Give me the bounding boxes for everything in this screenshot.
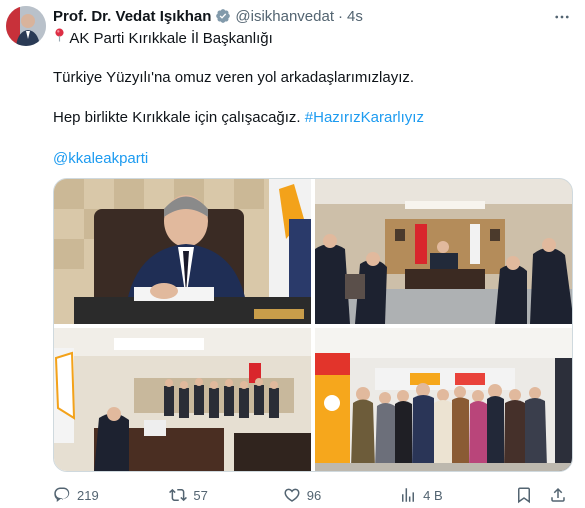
tweet-actions: 219 57 96 4 B — [53, 484, 573, 506]
photo-4[interactable] — [315, 328, 572, 471]
heart-icon — [284, 488, 300, 502]
author-handle[interactable]: @isikhanvedat — [235, 8, 334, 25]
mention-link[interactable]: @kkaleakparti — [53, 150, 148, 167]
views-button[interactable]: 4 B — [399, 486, 515, 504]
views-count: 4 B — [423, 487, 443, 503]
separator-dot: · — [338, 7, 344, 25]
avatar[interactable] — [6, 6, 46, 46]
tweet-text-line-1: Türkiye Yüzyılı'na omuz veren yol arkada… — [53, 69, 415, 86]
tweet-text-line-2-text: Hep birlikte Kırıkkale için çalışacağız. — [53, 109, 301, 126]
reply-icon — [54, 487, 70, 503]
share-button[interactable] — [549, 486, 573, 504]
share-icon — [551, 487, 565, 502]
views-icon — [402, 488, 415, 502]
location-text: AK Parti Kırıkkale İl Başkanlığı — [69, 30, 273, 47]
tweet[interactable]: Prof. Dr. Vedat Işıkhan @isikhanvedat · … — [0, 0, 585, 508]
like-button[interactable]: 96 — [283, 486, 399, 504]
hashtag-link[interactable]: #HazırızKararlıyız — [305, 109, 424, 126]
photo-grid — [53, 178, 573, 472]
tweet-text-line-3: @kkaleakparti — [53, 149, 148, 169]
reply-count: 219 — [77, 487, 99, 503]
like-count: 96 — [306, 487, 322, 503]
repost-button[interactable]: 57 — [169, 486, 282, 504]
bookmark-icon — [518, 487, 531, 504]
bookmark-button[interactable] — [515, 486, 549, 504]
photo-1[interactable] — [54, 179, 311, 324]
repost-count: 57 — [193, 487, 208, 503]
photo-3[interactable] — [54, 328, 311, 471]
photo-2[interactable] — [315, 179, 572, 324]
more-icon[interactable] — [553, 8, 571, 31]
tweet-text-line-2: Hep birlikte Kırıkkale için çalışacağız.… — [53, 108, 424, 128]
repost-icon — [169, 488, 188, 502]
verified-badge-icon — [215, 8, 231, 24]
reply-button[interactable]: 219 — [53, 486, 169, 504]
round-pushpin-emoji — [53, 27, 66, 43]
location-line: AK Parti Kırıkkale İl Başkanlığı — [53, 27, 273, 49]
tweet-time[interactable]: 4s — [347, 8, 363, 25]
tweet-header: Prof. Dr. Vedat Işıkhan @isikhanvedat · … — [53, 6, 363, 26]
author-name[interactable]: Prof. Dr. Vedat Işıkhan — [53, 8, 211, 25]
